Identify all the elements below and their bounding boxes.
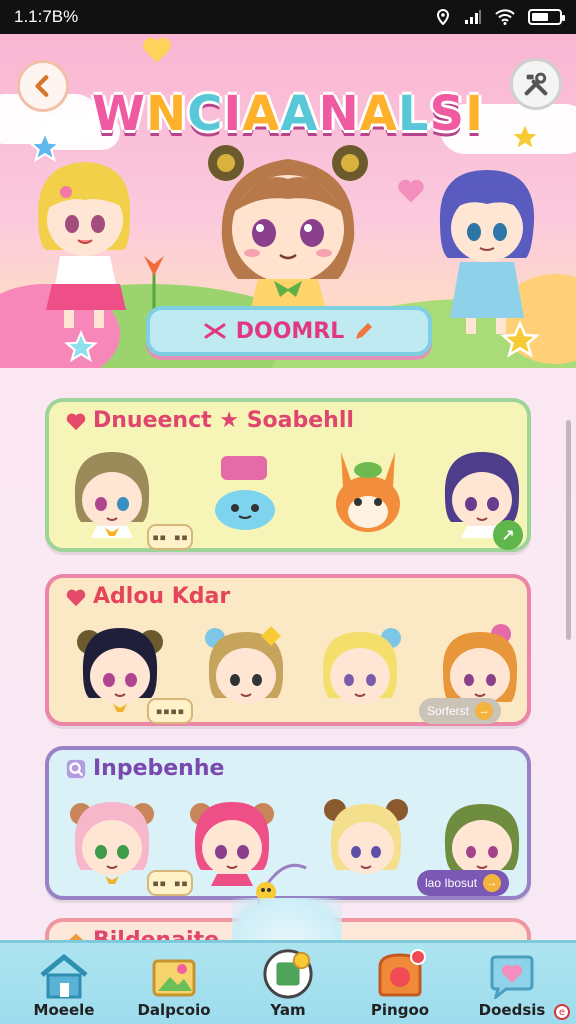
- avatar[interactable]: [315, 622, 405, 714]
- card-avatar-row: ▪▪▪▪ Sorferst →: [61, 622, 518, 724]
- hero-banner: WNCIAANALSI DOOMRL: [0, 34, 576, 368]
- arrow-icon: →: [483, 874, 502, 892]
- card-tag: ▪▪▪▪: [147, 698, 193, 724]
- nav-item-home[interactable]: Moeele: [14, 947, 114, 1024]
- home-icon: [40, 954, 88, 999]
- hero-search-bar[interactable]: DOOMRL: [146, 306, 432, 356]
- location-icon: [436, 9, 450, 25]
- left-character: [38, 162, 131, 328]
- avatar[interactable]: [67, 794, 157, 886]
- star-icon: [28, 130, 62, 163]
- avatar[interactable]: [323, 446, 413, 538]
- gallery-icon: [152, 959, 196, 997]
- card-tag: ▪▪ ▪▪: [147, 524, 193, 550]
- info-icon: e: [554, 1004, 570, 1020]
- status-bar: 1.1:7B%: [0, 0, 576, 34]
- nav-item-create[interactable]: Yam: [238, 947, 338, 1024]
- status-time: 1.1:7B%: [14, 7, 79, 26]
- right-character: [439, 170, 535, 334]
- nav-item-gallery[interactable]: Dalpcoio: [124, 947, 224, 1024]
- star-icon: [508, 120, 542, 153]
- card-action-button[interactable]: ↗: [493, 520, 523, 550]
- avatar[interactable]: [201, 622, 291, 714]
- flower-icon: [144, 256, 164, 312]
- pencil-icon: [356, 323, 373, 339]
- avatar[interactable]: [195, 452, 295, 532]
- card-pill-button[interactable]: Sorferst →: [419, 698, 502, 724]
- heart-icon: [66, 413, 86, 430]
- heart-icon: [143, 37, 171, 63]
- heart-icon: [398, 179, 424, 203]
- card-title: Adlou Kdar: [65, 584, 230, 609]
- arrow-icon: →: [475, 702, 494, 720]
- wifi-icon: [495, 9, 515, 25]
- battery-icon: [528, 9, 565, 25]
- create-icon: [263, 949, 313, 999]
- hero-search-label: DOOMRL: [235, 318, 345, 344]
- card-title: Inpebenhe: [65, 756, 224, 781]
- signal-icon: [465, 10, 481, 24]
- star-icon: [64, 330, 98, 363]
- shop-icon: [378, 949, 426, 997]
- bottom-navigation: Moeele Dalpcoio Yam Pingoo Doedsis e: [0, 940, 576, 1024]
- card-pill-button[interactable]: lao Ibosut →: [417, 870, 510, 896]
- star-icon: [500, 320, 540, 358]
- collection-list[interactable]: Dnueenct ★ Soabehll ▪▪ ▪▪ ↗ Adlou Kdar ▪…: [0, 368, 576, 944]
- card-title: Dnueenct ★ Soabehll: [65, 408, 354, 433]
- collection-card[interactable]: Adlou Kdar ▪▪▪▪ Sorferst →: [45, 574, 531, 726]
- avatar[interactable]: [67, 446, 157, 538]
- search-icon: [66, 759, 86, 778]
- avatar[interactable]: [321, 794, 411, 886]
- nav-item-messages[interactable]: Doedsis: [462, 947, 562, 1024]
- status-icons: [434, 9, 565, 25]
- scrollbar[interactable]: [566, 420, 571, 640]
- card-tag: ▪▪ ▪▪: [147, 870, 193, 896]
- collection-card[interactable]: Dnueenct ★ Soabehll ▪▪ ▪▪ ↗: [45, 398, 531, 552]
- nav-item-shop[interactable]: Pingoo: [350, 947, 450, 1024]
- hero-character: [208, 145, 368, 319]
- heart-chat-icon: [490, 955, 534, 999]
- heart-icon: [66, 589, 86, 606]
- bone-icon: [204, 323, 226, 339]
- card-avatar-row: ▪▪ ▪▪ ↗: [61, 446, 523, 550]
